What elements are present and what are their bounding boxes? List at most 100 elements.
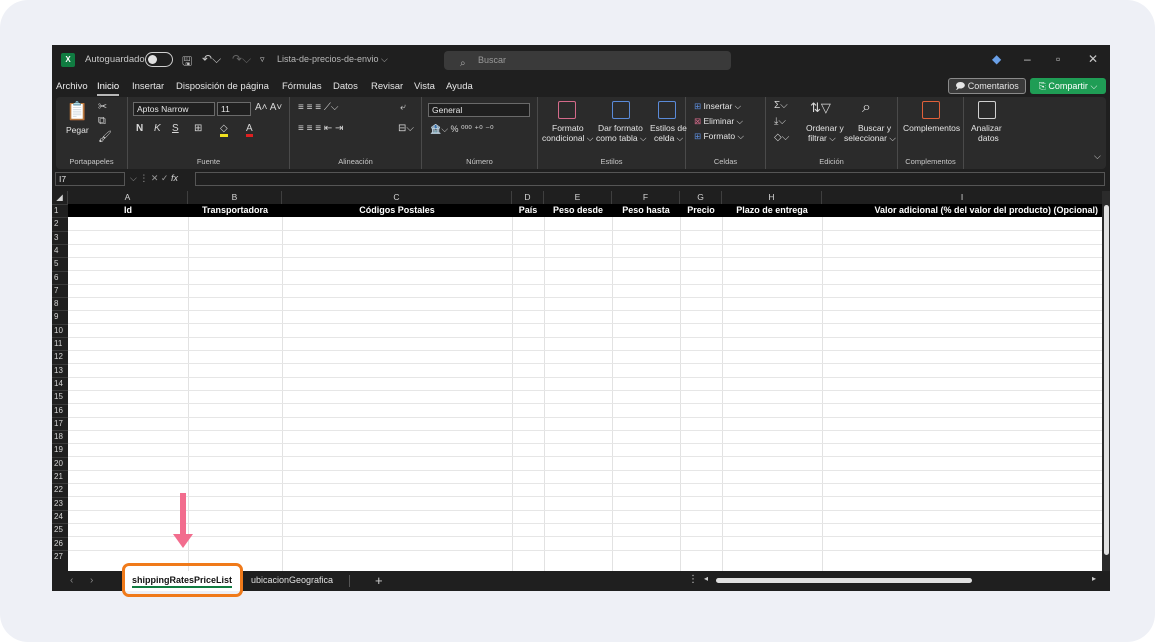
vertical-scroll-thumb[interactable]	[1104, 205, 1109, 555]
clear-icon[interactable]: ◇⌵	[774, 132, 789, 143]
cancel-icon[interactable]: ✕	[151, 173, 161, 183]
header-cell-transportadora[interactable]: Transportadora	[188, 204, 282, 217]
format-table-label-1[interactable]: Dar formato	[598, 123, 643, 133]
tab-insertar[interactable]: Insertar	[132, 81, 164, 92]
format-table-label-2[interactable]: como tabla ⌵	[596, 133, 646, 144]
column-header[interactable]: A	[68, 191, 188, 204]
tab-vista[interactable]: Vista	[414, 81, 435, 92]
tab-datos[interactable]: Datos	[333, 81, 358, 92]
accounting-format-icon[interactable]: 🏦⌵ % ⁰⁰⁰ ⁺⁰ ⁻⁰	[430, 124, 494, 135]
header-cell-codigos-postales[interactable]: Códigos Postales	[282, 204, 512, 217]
cell-styles-label-1[interactable]: Estilos de	[650, 123, 687, 133]
header-cell-peso-hasta[interactable]: Peso hasta	[612, 204, 680, 217]
file-name[interactable]: Lista-de-precios-de-envio ⌵	[277, 54, 388, 65]
select-all-icon[interactable]: ◢	[52, 191, 68, 204]
copy-icon[interactable]: ⧉	[98, 115, 106, 128]
row-number[interactable]: 13	[52, 363, 68, 377]
column-header[interactable]: D	[512, 191, 544, 204]
autosum-icon[interactable]: Σ⌵	[774, 100, 788, 111]
borders-icon[interactable]: ⊞	[194, 123, 202, 134]
header-cell-peso-desde[interactable]: Peso desde	[544, 204, 612, 217]
align-top-icon[interactable]: ≡ ≡ ≡ ⟋⌵	[298, 102, 338, 113]
paste-label[interactable]: Pegar	[66, 125, 89, 135]
column-header[interactable]: I	[822, 191, 1102, 204]
scroll-left-icon[interactable]: ◂	[704, 574, 708, 583]
row-number[interactable]: 26	[52, 536, 68, 550]
quick-access-more-icon[interactable]: ▿	[260, 54, 265, 65]
row-number[interactable]: 4	[52, 243, 68, 257]
header-cell-plazo-entrega[interactable]: Plazo de entrega	[722, 204, 822, 217]
number-format-select[interactable]: General	[428, 103, 530, 117]
tab-inicio[interactable]: Inicio	[97, 81, 120, 96]
row-number[interactable]: 5	[52, 257, 68, 270]
format-as-table-icon[interactable]	[612, 101, 630, 119]
autosave-toggle[interactable]	[145, 52, 173, 67]
header-cell-id[interactable]: Id	[68, 204, 188, 217]
search-box[interactable]: ⌕ Buscar	[444, 51, 731, 70]
cut-icon[interactable]: ✂	[98, 100, 107, 113]
prev-sheet-icon[interactable]: ‹	[70, 575, 73, 586]
row-number[interactable]: 22	[52, 483, 68, 496]
font-size-select[interactable]: 11	[217, 102, 251, 116]
tab-ayuda[interactable]: Ayuda	[446, 81, 473, 92]
cell-styles-label-2[interactable]: celda ⌵	[654, 133, 683, 144]
header-cell-valor-adicional[interactable]: Valor adicional (% del valor del product…	[822, 204, 1100, 217]
addins-icon[interactable]	[922, 101, 940, 119]
row-number[interactable]: 11	[52, 337, 68, 350]
row-number[interactable]: 12	[52, 350, 68, 363]
font-name-select[interactable]: Aptos Narrow	[133, 102, 215, 116]
horizontal-scroll-thumb[interactable]	[716, 578, 972, 583]
row-number[interactable]: 16	[52, 403, 68, 417]
formula-input[interactable]	[195, 172, 1105, 186]
undo-icon[interactable]: ↶⌵	[202, 52, 221, 67]
column-header[interactable]: H	[722, 191, 822, 204]
tab-disposicion[interactable]: Disposición de página	[176, 81, 269, 92]
header-cell-precio[interactable]: Precio	[680, 204, 722, 217]
horizontal-scrollbar[interactable]: ◂ ▸	[704, 574, 1096, 584]
fill-icon[interactable]: ⤓⌵	[774, 116, 786, 127]
row-number[interactable]: 19	[52, 443, 68, 456]
conditional-format-label-1[interactable]: Formato	[552, 123, 584, 133]
column-header[interactable]: G	[680, 191, 722, 204]
analyze-label-1[interactable]: Analizar	[971, 123, 1002, 133]
vertical-scrollbar[interactable]	[1102, 191, 1110, 571]
restore-icon[interactable]: ▫	[1056, 52, 1060, 66]
sort-filter-label-1[interactable]: Ordenar y	[806, 123, 844, 133]
cell-styles-icon[interactable]	[658, 101, 676, 119]
row-number[interactable]: 10	[52, 323, 68, 337]
scroll-split-icon[interactable]: ⋮	[688, 574, 698, 585]
merge-center-icon[interactable]: ⊟⌵	[398, 123, 414, 134]
row-number[interactable]: 21	[52, 470, 68, 483]
underline-icon[interactable]: S	[172, 123, 179, 134]
insert-cells-button[interactable]: ⊞ Insertar ⌵	[694, 101, 741, 112]
find-select-icon[interactable]: ⌕	[862, 99, 871, 117]
row-number[interactable]: 18	[52, 430, 68, 443]
name-box[interactable]: I7	[55, 172, 125, 186]
enter-icon[interactable]: ✓	[161, 173, 171, 183]
align-left-icon[interactable]: ≡ ≡ ≡ ⇤ ⇥	[298, 123, 343, 134]
bold-icon[interactable]: N	[136, 123, 143, 134]
column-header[interactable]: B	[188, 191, 282, 204]
tab-revisar[interactable]: Revisar	[371, 81, 403, 92]
save-icon[interactable]: 🖫	[182, 52, 192, 73]
scroll-right-icon[interactable]: ▸	[1092, 574, 1096, 583]
font-color-icon[interactable]: A	[246, 123, 253, 137]
conditional-format-icon[interactable]	[558, 101, 576, 119]
column-header[interactable]: F	[612, 191, 680, 204]
collapse-ribbon-icon[interactable]: ⌵	[1094, 151, 1101, 162]
next-sheet-icon[interactable]: ›	[90, 575, 93, 586]
formula-more-icon[interactable]: ⋮	[139, 173, 151, 183]
italic-icon[interactable]: K	[154, 123, 161, 134]
name-box-dropdown-icon[interactable]: ⌵	[130, 173, 139, 183]
row-number[interactable]: 7	[52, 283, 68, 297]
analyze-label-2[interactable]: datos	[978, 133, 999, 143]
redo-icon[interactable]: ↷⌵	[232, 52, 251, 67]
sort-filter-label-2[interactable]: filtrar ⌵	[808, 133, 836, 144]
close-icon[interactable]: ✕	[1088, 52, 1098, 66]
fill-color-icon[interactable]: ◇	[220, 123, 228, 137]
find-select-label-1[interactable]: Buscar y	[858, 123, 891, 133]
sheet-tab-ubicacion[interactable]: ubicacionGeografica	[251, 575, 333, 585]
row-number[interactable]: 24	[52, 509, 68, 523]
row-number[interactable]: 27	[52, 549, 68, 563]
format-cells-button[interactable]: ⊞ Formato ⌵	[694, 131, 744, 142]
